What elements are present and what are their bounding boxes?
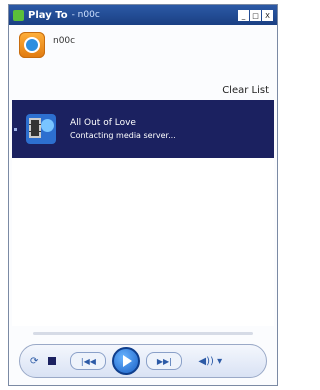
track-status: Contacting media server... (70, 131, 176, 140)
repeat-icon[interactable]: ⟳ (30, 356, 38, 367)
track-text: All Out of Love Contacting media server.… (70, 118, 176, 140)
window-title: Play To (28, 9, 68, 21)
maximize-button[interactable]: □ (250, 9, 261, 21)
play-button[interactable] (112, 347, 141, 375)
device-name: n00c (53, 36, 76, 46)
media-device-icon (19, 32, 45, 58)
playlist[interactable]: All Out of Love Contacting media server.… (12, 100, 274, 326)
transport-controls: ⟳ |◀◀ ▶▶| ◀)) ▾ (19, 344, 267, 378)
title-bar: Play To - n00c _ □ X (9, 5, 277, 25)
stop-button[interactable] (48, 357, 57, 365)
current-item-marker (14, 128, 17, 131)
window-device: - n00c (71, 10, 100, 20)
window-buttons: _ □ X (238, 9, 273, 21)
clear-list-button[interactable]: Clear List (222, 85, 269, 96)
media-file-icon (26, 114, 56, 144)
next-button[interactable]: ▶▶| (146, 352, 183, 370)
previous-button[interactable]: |◀◀ (70, 352, 107, 370)
close-button[interactable]: X (262, 9, 273, 21)
play-to-window: Play To - n00c _ □ X n00c Clear List All… (8, 4, 278, 386)
volume-control[interactable]: ◀)) ▾ (198, 356, 222, 367)
playlist-item[interactable]: All Out of Love Contacting media server.… (12, 100, 274, 158)
app-icon (13, 9, 24, 21)
minimize-button[interactable]: _ (238, 9, 249, 21)
device-row: n00c (9, 25, 277, 59)
seek-bar[interactable] (33, 332, 253, 335)
track-title: All Out of Love (70, 118, 136, 128)
